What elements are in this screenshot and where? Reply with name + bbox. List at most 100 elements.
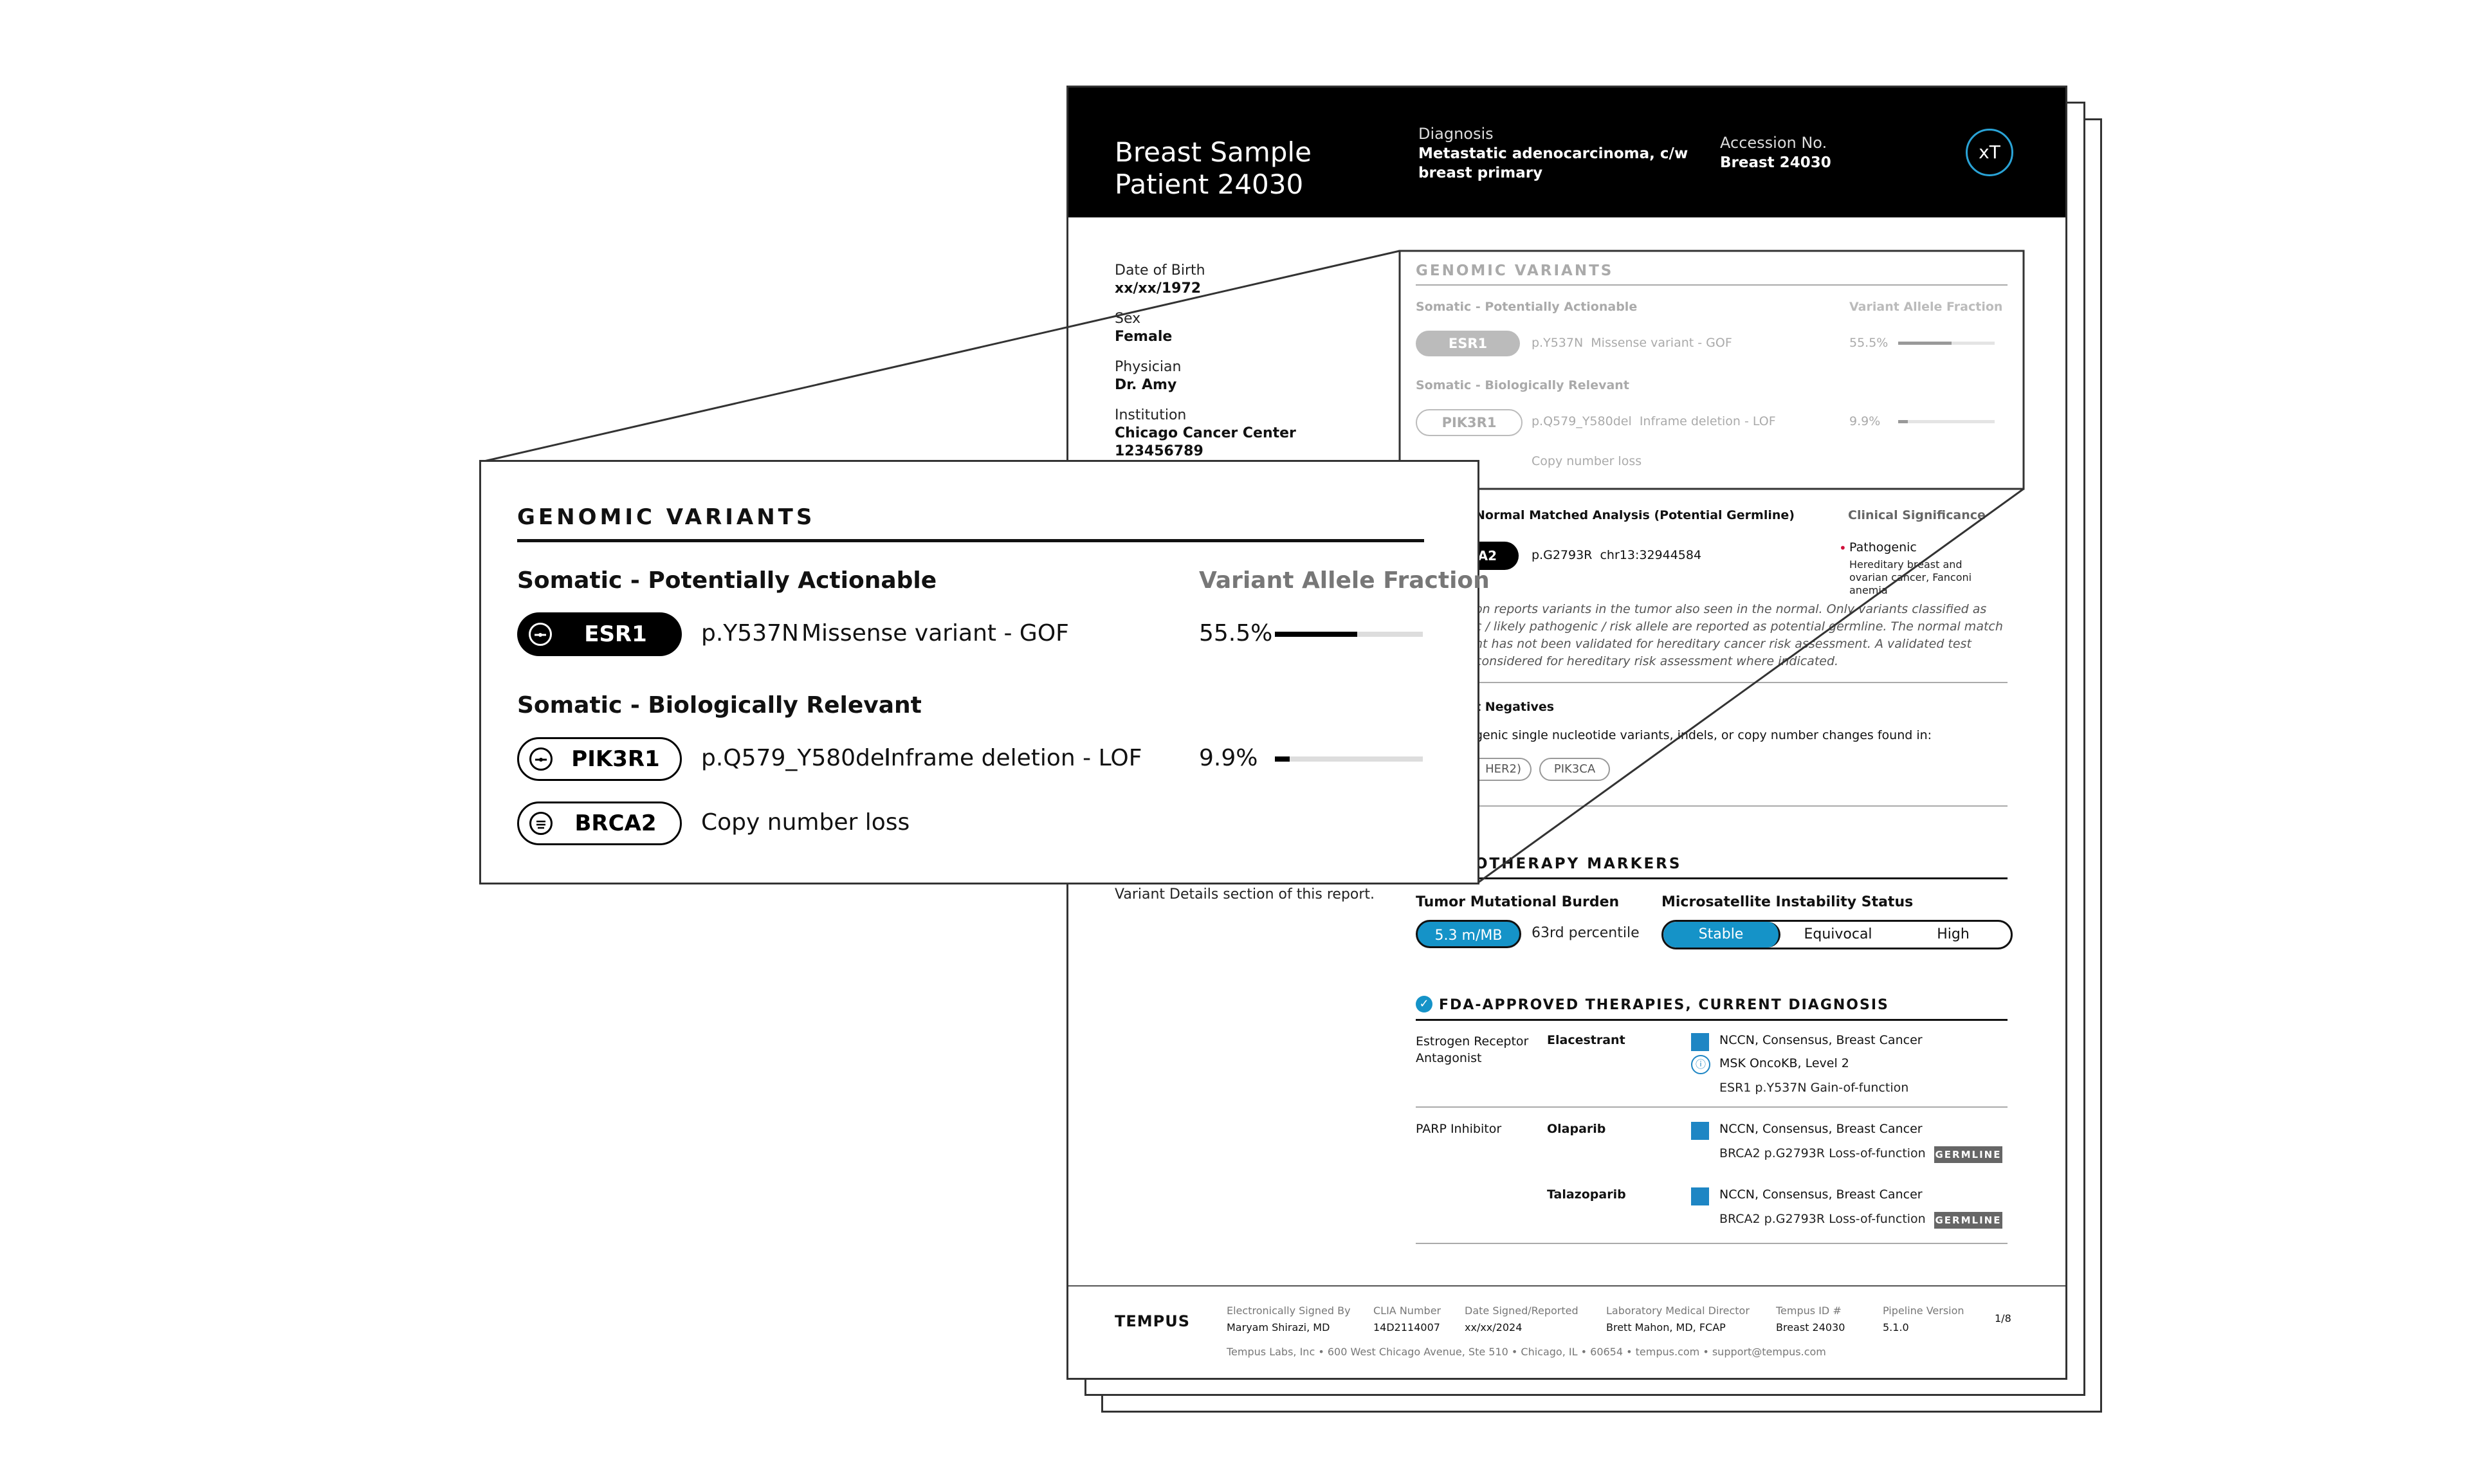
pik3r1-change: p.Q579_Y580del [701, 745, 892, 771]
germline-heading: Normal Matched Analysis (Potential Germl… [1475, 508, 1795, 522]
therapy-class-1-line-1: Estrogen Receptor [1416, 1034, 1529, 1049]
esr1-vaf-bar [1275, 632, 1423, 637]
significance-value: Pathogenic [1849, 540, 1917, 554]
pik3r1-vaf-bar [1275, 756, 1423, 762]
signed-label: Electronically Signed By [1227, 1305, 1351, 1317]
institution-id: 123456789 [1115, 443, 1203, 459]
faded-title-rule [1416, 284, 2008, 286]
date-label: Date Signed/Reported [1465, 1305, 1578, 1317]
clia-value: 14D2114007 [1373, 1321, 1440, 1333]
nccn-icon [1691, 1122, 1709, 1140]
variant-type-icon [529, 747, 553, 771]
tmb-label: Tumor Mutational Burden [1416, 894, 1620, 910]
nccn-icon [1691, 1033, 1709, 1051]
gene-name: ESR1 [584, 621, 647, 647]
therapy-rule-2 [1416, 1243, 2008, 1244]
sex-value: Female [1115, 329, 1173, 345]
faded-brca2-effect: Copy number loss [1532, 454, 1642, 468]
check-badge-icon: ✓ [1416, 996, 1432, 1012]
variant-details-note: Variant Details section of this report. [1115, 886, 1375, 902]
germline-note-1: on reports variants in the tumor also se… [1475, 602, 1987, 616]
relevant-heading: Somatic - Biologically Relevant [517, 692, 922, 719]
negatives-text: genic single nucleotide variants, indels… [1475, 728, 1932, 742]
drug-olaparib: Olaparib [1547, 1122, 1606, 1136]
negatives-rule [1475, 805, 2008, 807]
msi-status-selector: Stable Equivocal High [1661, 920, 2013, 949]
actionable-heading: Somatic - Potentially Actionable [517, 567, 937, 594]
therapy-class-1: Estrogen Receptor Antagonist [1416, 1033, 1528, 1067]
faded-pik3r1-change-text: p.Q579_Y580del [1532, 414, 1632, 428]
dob-label: Date of Birth [1115, 262, 1205, 279]
physician-value: Dr. Amy [1115, 377, 1177, 393]
sex-label: Sex [1115, 311, 1141, 327]
esr1-vaf-value: 55.5% [1199, 620, 1273, 646]
genomic-variants-magnified-panel: GENOMIC VARIANTS Somatic - Potentially A… [479, 460, 1490, 884]
msi-option-high: High [1937, 926, 1970, 942]
negatives-heading: t Negatives [1475, 700, 1555, 714]
faded-esr1-vaf: 55.5% [1849, 336, 1889, 350]
director-value: Brett Mahon, MD, FCAP [1606, 1321, 1726, 1333]
evidence-3-1: NCCN, Consensus, Breast Cancer [1719, 1187, 1923, 1202]
faded-pik3r1-change: p.Q579_Y580del Inframe deletion - LOF [1532, 414, 1776, 428]
therapy-class-2: PARP Inhibitor [1416, 1122, 1502, 1136]
copy-number-icon [529, 812, 553, 835]
germline-position: chr13:32944584 [1600, 548, 1702, 562]
drug-elacestrant: Elacestrant [1547, 1033, 1625, 1047]
xt-badge-icon: xT [1966, 129, 2013, 176]
germline-note-3: nt has not been validated for hereditary… [1475, 637, 1971, 651]
germline-tag: GERMLINE [1934, 1212, 2002, 1229]
evidence-1-1: NCCN, Consensus, Breast Cancer [1719, 1033, 1923, 1047]
accession-value: Breast 24030 [1720, 154, 1831, 171]
immunotherapy-heading: OTHERAPY MARKERS [1475, 856, 1682, 872]
pik3r1-vaf-value: 9.9% [1199, 745, 1258, 771]
gene-chip-esr1: ESR1 [517, 612, 682, 656]
footer-address: Tempus Labs, Inc • 600 West Chicago Aven… [1227, 1346, 1826, 1358]
msi-label: Microsatellite Instability Status [1661, 894, 1914, 910]
significance-detail-1: Hereditary breast and [1849, 558, 1962, 571]
genomic-variants-rule [517, 539, 1424, 542]
faded-esr1-chip: ESR1 [1416, 331, 1520, 356]
esr1-effect: Missense variant - GOF [801, 620, 1069, 646]
germline-rule [1475, 682, 2008, 683]
faded-esr1-vaf-bar [1898, 342, 1995, 345]
page-number: 1/8 [1995, 1312, 2011, 1324]
report-header: Breast Sample Patient 24030 Diagnosis Me… [1068, 87, 2065, 217]
diagnosis-label: Diagnosis [1418, 125, 1494, 143]
esr1-vaf-fill [1275, 632, 1357, 637]
germline-note-2: c / likely pathogenic / risk allele are … [1475, 619, 2003, 634]
germline-note-4: considered for hereditary risk assessmen… [1475, 654, 1839, 668]
gene-name: PIK3R1 [571, 746, 660, 772]
evidence-1-2: MSK OncoKB, Level 2 [1719, 1056, 1849, 1070]
oncokb-icon: ⓘ [1691, 1055, 1710, 1074]
faded-pik3r1-vaf-bar [1898, 420, 1995, 423]
gene-chip-brca2: BRCA2 [517, 802, 682, 845]
date-value: xx/xx/2024 [1465, 1321, 1523, 1333]
significance-detail-3: anemia [1849, 584, 1888, 596]
tmb-value-pill: 5.3 m/MB [1416, 920, 1521, 948]
germline-variant: p.G2793R chr13:32944584 [1532, 548, 1701, 562]
institution-value: Chicago Cancer Center [1115, 425, 1296, 441]
faded-esr1-change: p.Y537N Missense variant - GOF [1532, 336, 1732, 350]
faded-pik3r1-vaf: 9.9% [1849, 414, 1881, 428]
physician-label: Physician [1115, 359, 1182, 375]
title-line-2: Patient 24030 [1115, 169, 1304, 200]
germline-tag: GERMLINE [1934, 1146, 2002, 1163]
faded-esr1-change-text: p.Y537N [1532, 336, 1584, 350]
faded-esr1-vaf-fill [1898, 342, 1952, 345]
pik3r1-vaf-fill [1275, 756, 1290, 762]
faded-actionable-heading: Somatic - Potentially Actionable [1416, 300, 1638, 314]
genomic-variants-title: GENOMIC VARIANTS [517, 504, 816, 530]
pathogenic-dot-icon: • [1839, 540, 1847, 556]
gene-chip-pik3r1: PIK3R1 [517, 737, 682, 781]
accession-label: Accession No. [1720, 134, 1827, 152]
faded-relevant-heading: Somatic - Biologically Relevant [1416, 378, 1629, 392]
therapy-rule-1 [1416, 1106, 2008, 1108]
therapies-rule [1416, 1019, 2008, 1021]
tmb-percentile: 63rd percentile [1532, 925, 1640, 941]
institution-label: Institution [1115, 407, 1187, 423]
diagnosis-line-1: Metastatic adenocarcinoma, c/w [1418, 145, 1688, 162]
dob-value: xx/xx/1972 [1115, 280, 1202, 297]
gene-name: BRCA2 [574, 811, 657, 836]
negative-chip-pik3ca: PIK3CA [1539, 758, 1610, 781]
footer-rule [1068, 1285, 2065, 1287]
